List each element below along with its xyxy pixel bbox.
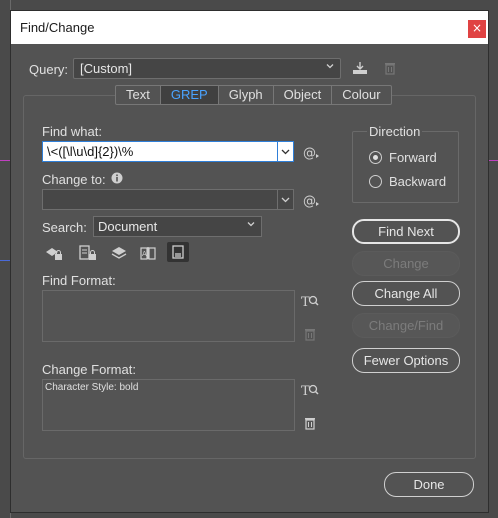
tab-grep[interactable]: GREP [160,85,219,105]
find-format-label: Find Format: [42,273,116,288]
change-all-button[interactable]: Change All [352,281,460,306]
query-select[interactable]: [Custom] [73,58,341,79]
tab-glyph[interactable]: Glyph [218,85,274,105]
backward-radio[interactable] [369,175,382,188]
find-what-label: Find what: [42,124,102,139]
find-change-dialog: Find/Change × Query: [Custom] Text GREP … [10,10,489,513]
include-footnotes-button[interactable] [167,242,189,262]
forward-radio[interactable] [369,151,382,164]
find-next-button[interactable]: Find Next [352,219,460,244]
search-scope-select[interactable]: Document [93,216,262,237]
change-format-box[interactable]: Character Style: bold [42,379,295,431]
tab-colour[interactable]: Colour [332,85,392,105]
save-query-icon[interactable] [352,61,368,75]
info-icon[interactable] [111,172,123,184]
trash-icon[interactable] [384,61,396,75]
include-hidden-layers-icon[interactable] [110,245,128,261]
include-locked-layers-icon[interactable] [45,245,63,261]
backward-label[interactable]: Backward [389,174,446,189]
svg-text:@: @ [303,146,316,160]
search-scope-value: Document [98,219,158,234]
chevron-down-icon [281,197,290,203]
svg-text:A: A [142,250,147,258]
find-what-history-button[interactable] [277,141,294,162]
format-search-icon[interactable]: T [301,293,319,309]
change-find-button[interactable]: Change/Find [352,313,460,338]
find-format-box[interactable] [42,290,295,342]
change-to-history-button[interactable] [277,189,294,210]
svg-text:T: T [301,384,310,398]
chevron-down-icon [281,149,290,155]
change-to-label: Change to: [42,172,106,187]
trash-icon[interactable] [304,416,316,430]
change-format-label: Change Format: [42,362,136,377]
close-button[interactable]: × [468,20,486,38]
at-sign-icon[interactable]: @ [303,144,321,160]
search-label: Search: [42,220,87,235]
tab-object[interactable]: Object [273,85,333,105]
query-value: [Custom] [80,61,133,76]
column-guide [0,260,10,261]
chevron-down-icon [247,222,255,227]
margin-guide [488,160,498,161]
margin-guide [0,160,10,161]
change-button[interactable]: Change [352,251,460,276]
svg-text:T: T [301,295,310,309]
chevron-down-icon [326,64,334,69]
direction-label: Direction [367,124,423,139]
dialog-title: Find/Change [20,20,95,35]
find-what-input[interactable]: \<([\l\u\d]{2})\% [42,141,278,162]
title-bar[interactable]: Find/Change × [11,11,488,44]
format-search-icon[interactable]: T [301,382,319,398]
change-to-input[interactable] [42,189,278,210]
at-sign-icon[interactable]: @ [303,192,321,208]
footnote-icon [172,245,184,259]
svg-text:@: @ [303,194,316,208]
direction-group [352,131,459,203]
trash-icon[interactable] [304,327,316,341]
query-label: Query: [29,62,69,77]
include-master-pages-icon[interactable]: A [139,245,157,261]
tab-text[interactable]: Text [115,85,161,105]
include-locked-stories-icon[interactable] [79,245,97,261]
fewer-options-button[interactable]: Fewer Options [352,348,460,373]
done-button[interactable]: Done [384,472,474,497]
forward-label[interactable]: Forward [389,150,437,165]
search-type-tabs: Text GREP Glyph Object Colour [115,85,392,106]
